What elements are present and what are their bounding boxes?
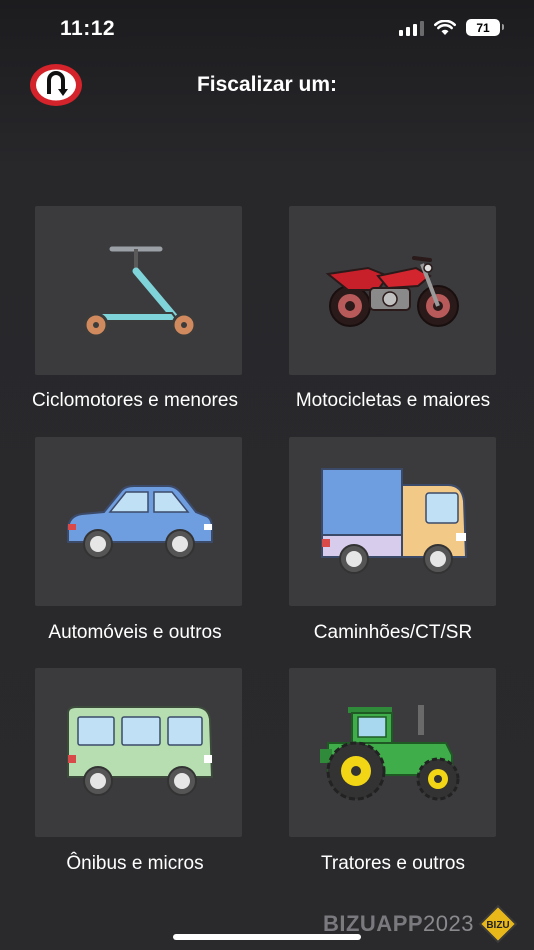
tractor-icon [319, 704, 459, 800]
vehicle-label: Automóveis e outros [48, 622, 222, 643]
page-title: Fiscalizar um: [196, 73, 338, 96]
bizu-logo-icon: BIZU [478, 904, 518, 944]
car-icon [66, 484, 213, 559]
signal-icon [399, 20, 424, 36]
status-time: 11:12 [60, 17, 116, 40]
vehicle-tile[interactable] [35, 437, 242, 606]
vehicle-tile[interactable] [35, 206, 242, 375]
svg-text:BIZU: BIZU [486, 920, 509, 931]
vehicle-tile[interactable] [289, 437, 496, 606]
status-bar: 11:12 71 [0, 0, 534, 58]
vehicle-label: Ônibus e micros [66, 853, 204, 874]
battery-icon: 71 [466, 19, 504, 36]
wifi-icon [434, 19, 456, 35]
truck-icon [320, 467, 467, 574]
motorcycle-icon [325, 255, 459, 327]
vehicle-label: Ciclomotores e menores [32, 390, 238, 411]
status-icons: 71 [399, 19, 504, 36]
bus-icon [66, 706, 213, 796]
vehicle-label: Tratores e outros [321, 853, 465, 874]
vehicle-label: Caminhões/CT/SR [313, 622, 473, 643]
vehicle-tile[interactable] [35, 668, 242, 837]
scooter-icon [83, 246, 196, 337]
vehicle-label: Motocicletas e maiores [295, 390, 491, 411]
home-indicator[interactable] [173, 934, 361, 940]
vehicle-tile[interactable] [289, 206, 496, 375]
vehicle-tile[interactable] [289, 668, 496, 837]
